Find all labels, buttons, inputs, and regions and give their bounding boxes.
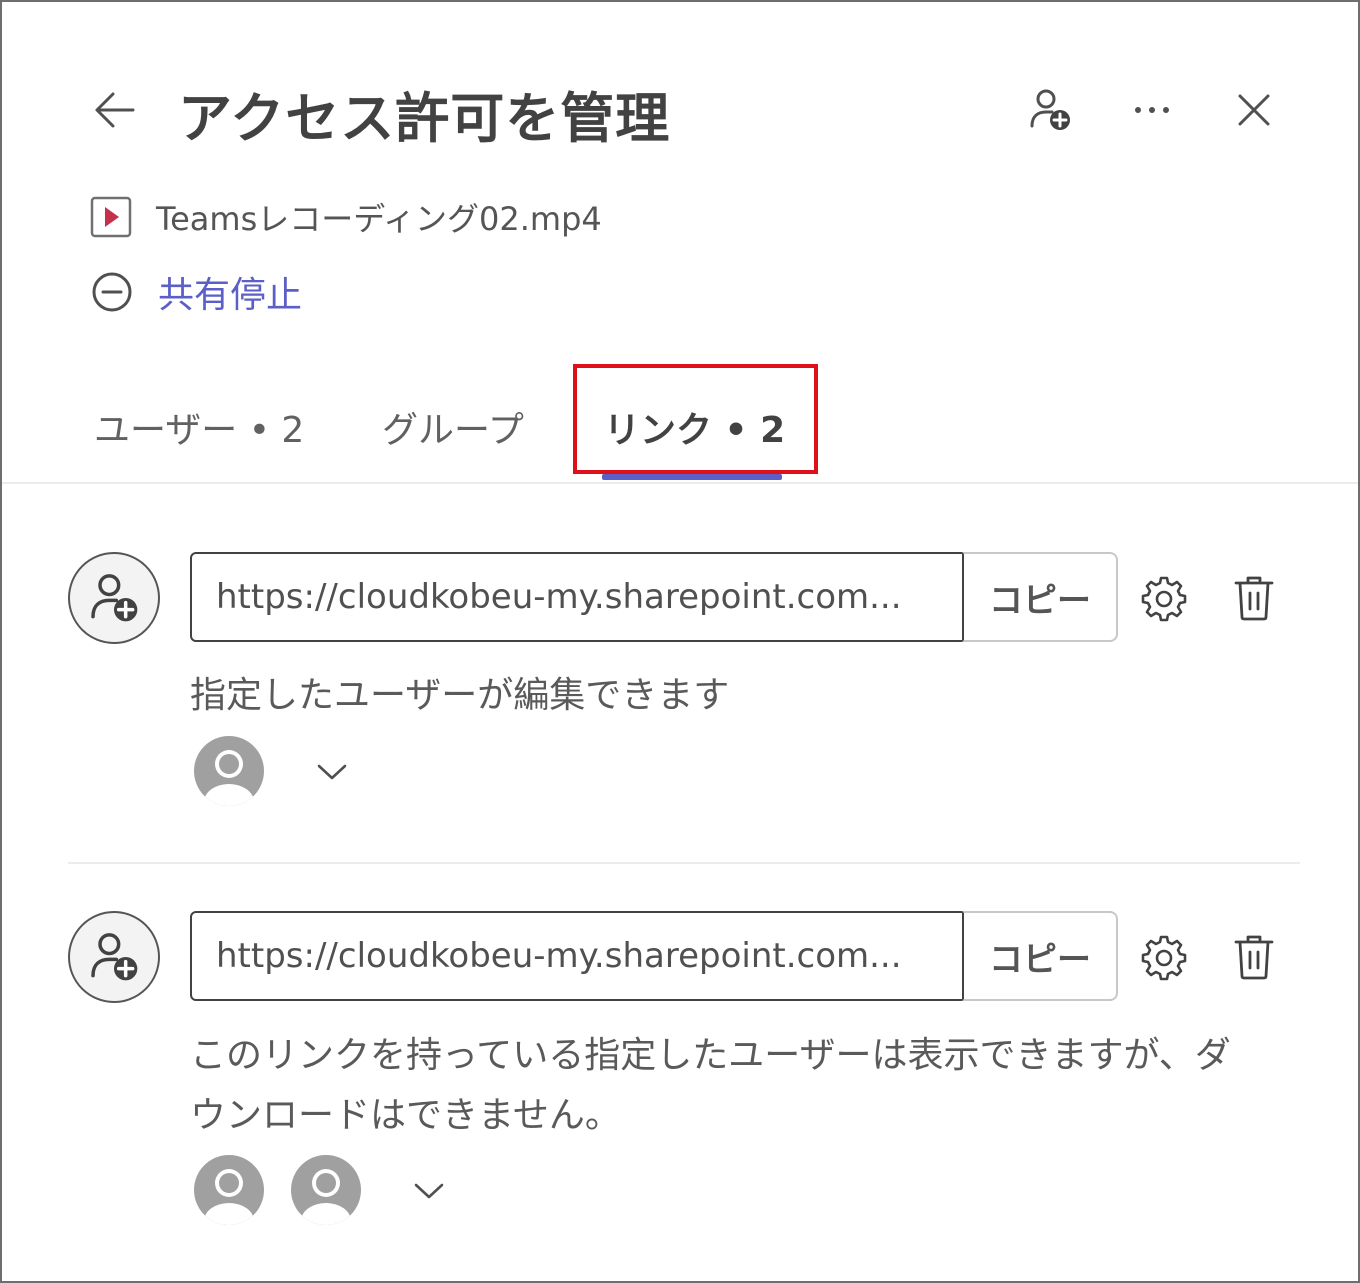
user-avatar[interactable] [291,1155,361,1225]
link-settings-button[interactable] [1134,927,1194,987]
copy-link-button[interactable]: コピー [962,911,1118,1001]
tab-groups[interactable]: グループ [382,392,524,462]
trash-icon [1234,935,1274,980]
link-permission-description: 指定したユーザーが編集できます [190,675,730,716]
close-button[interactable] [1226,82,1282,138]
file-info: Teamsレコーディング02.mp4 [90,192,602,242]
link-url-field[interactable]: https://cloudkobeu-my.sharepoint.com... [190,552,964,642]
person-add-icon [91,933,138,981]
link-divider [68,862,1300,864]
header-divider [2,482,1358,484]
user-avatar-icon [194,736,264,806]
close-icon [1238,94,1270,126]
arrow-left-icon [95,92,135,128]
user-avatar[interactable] [194,1155,264,1225]
expand-users-button[interactable] [312,752,352,792]
person-add-icon [91,574,138,622]
user-avatar[interactable] [194,736,264,806]
more-options-button[interactable] [1124,82,1180,138]
active-tab-indicator [602,474,782,480]
user-avatar-icon [194,1155,264,1225]
link-type-avatar [68,552,160,644]
delete-link-button[interactable] [1224,927,1284,987]
page-title: アクセス許可を管理 [178,87,671,150]
person-add-icon [1030,89,1070,130]
link-type-avatar [68,911,160,1003]
chevron-down-icon [414,1183,444,1199]
trash-icon [1234,576,1274,621]
tab-users[interactable]: ユーザー • 2 [94,392,304,462]
link-settings-button[interactable] [1134,568,1194,628]
expand-users-button[interactable] [409,1171,449,1211]
chevron-down-icon [317,764,347,780]
stop-sharing-label: 共有停止 [158,275,303,316]
more-horizontal-icon [1135,107,1169,113]
video-file-icon [90,196,132,238]
annotation-highlight [573,364,818,474]
back-button[interactable] [86,82,142,138]
link-url-field[interactable]: https://cloudkobeu-my.sharepoint.com... [190,911,964,1001]
link-permission-description: このリンクを持っている指定したユーザーは表示できますが、ダウンロードはできません… [190,1035,1231,1136]
stop-sharing-button[interactable]: 共有停止 [90,264,302,320]
permissions-panel: アクセス許可を管理 Teamsレコーディング02.mp4 共有停止 ユーザー •… [0,0,1360,1283]
copy-link-button[interactable]: コピー [962,552,1118,642]
user-avatar-icon [291,1155,361,1225]
gear-icon [1141,576,1187,622]
delete-link-button[interactable] [1224,568,1284,628]
add-person-button[interactable] [1022,82,1078,138]
minus-circle-icon [92,272,132,312]
gear-icon [1141,935,1187,981]
file-name: Teamsレコーディング02.mp4 [156,200,602,238]
